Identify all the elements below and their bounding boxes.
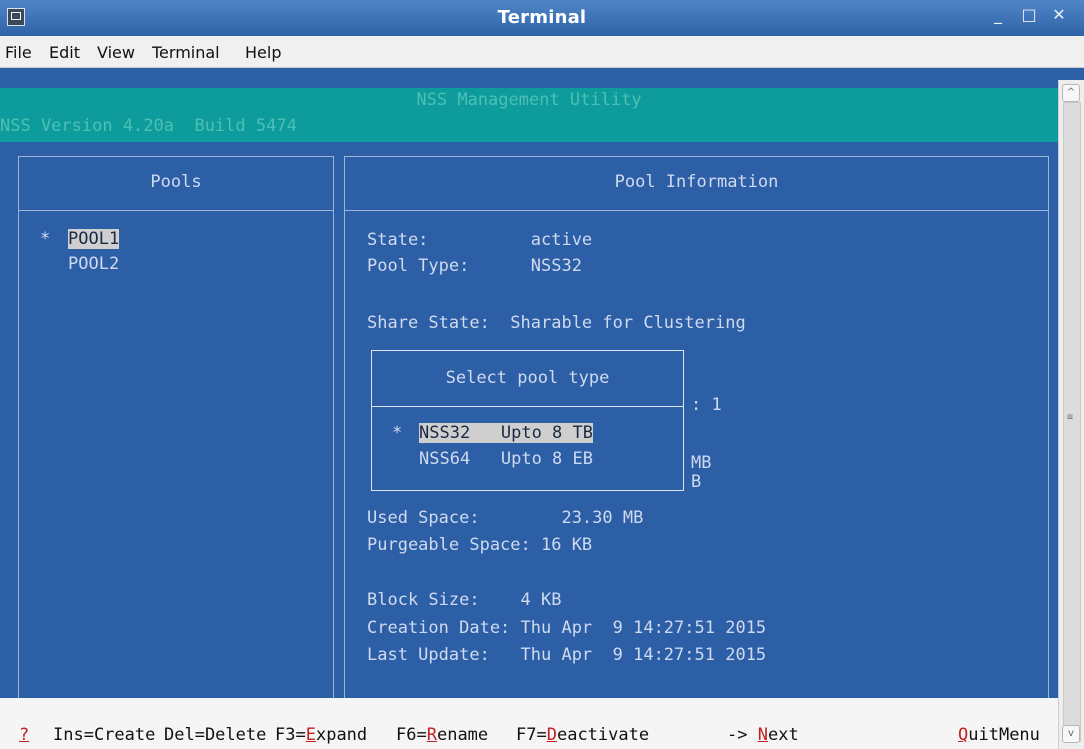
menu-view[interactable]: View <box>97 43 135 62</box>
fkey-deactivate-hot: D <box>546 725 557 745</box>
fkey-quit-hot: Q <box>958 725 969 745</box>
block-size-row: Block Size: 4 KB <box>367 590 562 610</box>
pool-type-row: Pool Type: NSS32 <box>367 256 582 276</box>
fkey-expand-pre: F3= <box>275 725 306 745</box>
purgeable-space-row: Purgeable Space: 16 KB <box>367 535 593 555</box>
utility-header: NSS Management Utility NSS Version 4.20a… <box>0 88 1058 142</box>
fkey-next[interactable]: -> Next <box>727 725 799 745</box>
maximize-button[interactable]: □ <box>1016 5 1042 31</box>
fkey-rename[interactable]: F6=Rename <box>396 725 488 745</box>
fkey-create[interactable]: Ins=Create <box>53 725 155 745</box>
pool-info-title: Pool Information <box>614 172 779 192</box>
fkey-expand-post: xpand <box>315 725 368 745</box>
creation-date-row: Creation Date: Thu Apr 9 14:27:51 2015 <box>367 618 767 638</box>
dialog-title: Select pool type <box>445 368 610 388</box>
grip-icon: ≡ <box>1067 412 1074 423</box>
pool-marker: * <box>40 229 51 249</box>
hidden-value-1: : 1 <box>691 395 722 415</box>
minimize-button[interactable]: _ <box>985 5 1011 31</box>
pools-panel: Pools * POOL1 POOL2 <box>18 156 334 708</box>
fkey-expand[interactable]: F3=Expand <box>275 725 367 745</box>
option-marker: * <box>392 423 403 443</box>
last-update-row: Last Update: Thu Apr 9 14:27:51 2015 <box>367 645 767 665</box>
fkey-quit-post: uitMenu <box>968 725 1040 745</box>
vertical-scrollbar[interactable]: ^ ≡ v <box>1058 80 1084 749</box>
divider <box>345 210 1048 211</box>
select-pool-type-dialog: Select pool type * NSS32 Upto 8 TB NSS64… <box>371 350 684 491</box>
option-nss64[interactable]: NSS64 Upto 8 EB <box>419 449 593 469</box>
utility-title: NSS Management Utility <box>416 90 642 110</box>
menu-file[interactable]: File <box>5 43 32 62</box>
fkey-next-post: ext <box>767 725 799 745</box>
function-key-bar: ? Ins=Create Del=Delete F3=Expand F6=Ren… <box>0 698 1058 749</box>
fkey-deactivate-post: eactivate <box>556 725 650 745</box>
fkey-next-hot: N <box>757 725 768 745</box>
menu-edit[interactable]: Edit <box>49 43 80 62</box>
fkey-deactivate[interactable]: F7=Deactivate <box>516 725 649 745</box>
divider <box>19 210 333 211</box>
share-state-row: Share State: Sharable for Clustering <box>367 313 746 333</box>
menu-bar: File Edit View Terminal Help <box>0 36 1084 68</box>
scroll-up-icon[interactable]: ^ <box>1062 84 1080 102</box>
option-nss32[interactable]: NSS32 Upto 8 TB <box>419 423 593 443</box>
fkey-rename-post: ename <box>436 725 489 745</box>
fkey-help[interactable]: ? <box>19 725 29 745</box>
pool-item-pool1[interactable]: POOL1 <box>68 229 120 249</box>
pools-panel-title: Pools <box>150 172 202 192</box>
fkey-rename-pre: F6= <box>396 725 427 745</box>
fkey-deactivate-pre: F7= <box>516 725 547 745</box>
fkey-next-pre: -> <box>727 725 758 745</box>
fkey-quitmenu[interactable]: QuitMenu <box>958 725 1040 745</box>
used-space-row: Used Space: 23.30 MB <box>367 508 644 528</box>
version-text: NSS Version 4.20a Build 5474 <box>0 116 297 136</box>
divider <box>372 406 683 407</box>
state-row: State: active <box>367 230 593 250</box>
hidden-value-3: B <box>691 472 702 492</box>
fkey-expand-hot: E <box>305 725 316 745</box>
pool-item-pool2[interactable]: POOL2 <box>68 254 119 274</box>
menu-terminal[interactable]: Terminal <box>152 43 220 62</box>
window-title: Terminal <box>497 7 587 28</box>
hidden-value-2: MB <box>691 453 712 473</box>
window-titlebar: Terminal _ □ ✕ <box>0 0 1084 36</box>
menu-help[interactable]: Help <box>245 43 281 62</box>
scroll-down-icon[interactable]: v <box>1062 725 1080 743</box>
terminal-screen[interactable]: NSS Management Utility NSS Version 4.20a… <box>0 68 1058 749</box>
fkey-rename-hot: R <box>426 725 437 745</box>
help-hotkey: ? <box>19 725 30 745</box>
close-button[interactable]: ✕ <box>1046 5 1072 31</box>
fkey-delete[interactable]: Del=Delete <box>164 725 266 745</box>
